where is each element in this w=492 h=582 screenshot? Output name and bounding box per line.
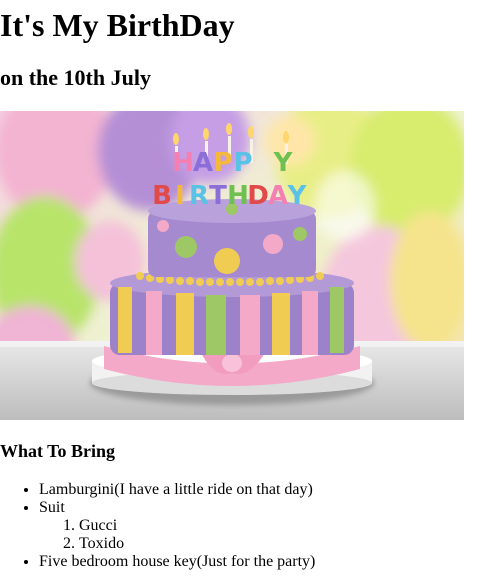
list-item: Lamburgini(I have a little ride on that … xyxy=(39,481,315,499)
svg-text:A: A xyxy=(268,181,288,211)
bring-list: Lamburgini(I have a little ride on that … xyxy=(0,481,315,571)
svg-text:T: T xyxy=(209,181,227,211)
sublist-item: Toxido xyxy=(79,535,315,553)
svg-text:H: H xyxy=(172,148,194,178)
list-item: Five bedroom house key(Just for the part… xyxy=(39,553,315,571)
svg-text:Y: Y xyxy=(273,148,294,178)
list-item: Suit Gucci Toxido xyxy=(39,499,315,553)
svg-text:Y: Y xyxy=(287,181,308,211)
page-subtitle: on the 10th July xyxy=(0,65,151,90)
svg-text:P: P xyxy=(233,148,252,178)
svg-text:B: B xyxy=(152,181,172,211)
svg-text:H: H xyxy=(227,181,249,211)
what-to-bring-heading: What To Bring xyxy=(0,441,116,461)
svg-text:D: D xyxy=(247,181,269,211)
birthday-cake-image: H A P P Y B I R T H D A Y xyxy=(0,111,464,420)
page-title: It's My BirthDay xyxy=(0,7,235,43)
sublist-item: Gucci xyxy=(79,517,315,535)
svg-text:A: A xyxy=(193,148,213,178)
list-item-label: Suit xyxy=(39,499,65,516)
svg-text:I: I xyxy=(175,181,185,211)
suit-sublist: Gucci Toxido xyxy=(39,517,315,553)
svg-text:R: R xyxy=(189,181,209,211)
svg-text:P: P xyxy=(213,148,232,178)
